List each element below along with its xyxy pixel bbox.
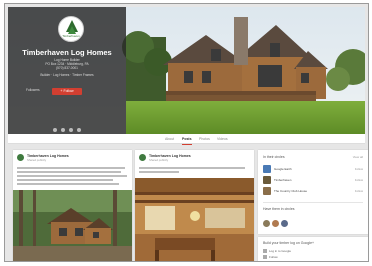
profile-tagline: Builder · Log Homes · Timber Frames <box>40 73 94 77</box>
have-in-circles-avatars <box>263 214 290 232</box>
post-photo[interactable] <box>135 178 254 261</box>
tab-photos[interactable]: Photos <box>199 134 210 144</box>
avatar[interactable] <box>17 154 24 161</box>
post-header: Timberhaven Log Homes Shared publicly <box>139 154 254 163</box>
circles-card: In their circles View all Google Earth F… <box>258 150 368 234</box>
post-text-line <box>17 183 119 185</box>
post-card: Timberhaven Log Homes Shared publicly <box>135 150 254 261</box>
google-icon <box>263 249 267 254</box>
more-icon[interactable] <box>69 128 73 132</box>
build-link[interactable]: Follow <box>263 255 278 260</box>
tab-about[interactable]: About <box>165 134 174 144</box>
profile-name: Timberhaven Log Homes <box>22 48 112 57</box>
post-card: Timberhaven Log Homes Shared publicly <box>13 150 132 261</box>
page-frame: Timberhaven Timberhaven Log Homes Log Ho… <box>4 3 369 262</box>
build-card: Build your timber log on Google+ Log in … <box>258 237 368 261</box>
post-photo[interactable] <box>13 190 132 261</box>
profile-address-3: (570) 837-0001 <box>56 66 78 70</box>
post-text-line <box>139 171 179 173</box>
have-in-circles-title: Have them in circles <box>263 207 295 211</box>
avatar[interactable] <box>272 220 279 227</box>
circle-person[interactable]: The Country Club House Follow <box>263 187 363 195</box>
follow-link[interactable]: Follow <box>355 167 363 171</box>
follow-link[interactable]: Follow <box>355 178 363 182</box>
follow-button[interactable]: + Follow <box>52 88 82 95</box>
circle-person[interactable]: Timberhaven Follow <box>263 176 363 184</box>
avatar <box>263 187 271 195</box>
divider <box>263 202 363 203</box>
avatar <box>263 165 271 173</box>
avatar[interactable] <box>263 220 270 227</box>
profile-panel: Timberhaven Timberhaven Log Homes Log Ho… <box>8 7 126 134</box>
post-text-line <box>17 175 127 177</box>
person-name: The Country Club House <box>274 189 308 193</box>
post-header: Timberhaven Log Homes Shared publicly <box>17 154 132 163</box>
company-logo: Timberhaven <box>58 16 84 42</box>
post-text-line <box>17 171 121 173</box>
tab-posts[interactable]: Posts <box>182 134 192 145</box>
follow-link[interactable]: Follow <box>355 189 363 193</box>
avatar[interactable] <box>281 220 288 227</box>
post-text-line <box>17 167 125 169</box>
link-icon[interactable] <box>61 128 65 132</box>
tab-videos[interactable]: Videos <box>217 134 228 144</box>
avatar <box>263 176 271 184</box>
post-text-line <box>139 167 245 169</box>
profile-tabs: About Posts Photos Videos <box>8 134 365 145</box>
circle-person[interactable]: Google Earth Follow <box>263 165 363 173</box>
share-icon[interactable] <box>53 128 57 132</box>
build-title: Build your timber log on Google+ <box>263 241 315 245</box>
share-icons[interactable] <box>36 119 98 132</box>
person-name: Timberhaven <box>274 178 292 182</box>
build-link[interactable]: Log in to Google <box>263 249 291 254</box>
view-all-link[interactable]: View all <box>353 155 363 159</box>
post-meta: Shared publicly <box>149 158 169 162</box>
menu-icon[interactable] <box>77 128 81 132</box>
post-meta: Shared publicly <box>27 158 47 162</box>
circles-title: In their circles <box>263 155 285 159</box>
followers-count[interactable]: Followers <box>26 87 40 94</box>
person-name: Google Earth <box>274 167 292 171</box>
post-text-line <box>17 179 113 181</box>
avatar[interactable] <box>139 154 146 161</box>
follow-icon <box>263 255 267 260</box>
